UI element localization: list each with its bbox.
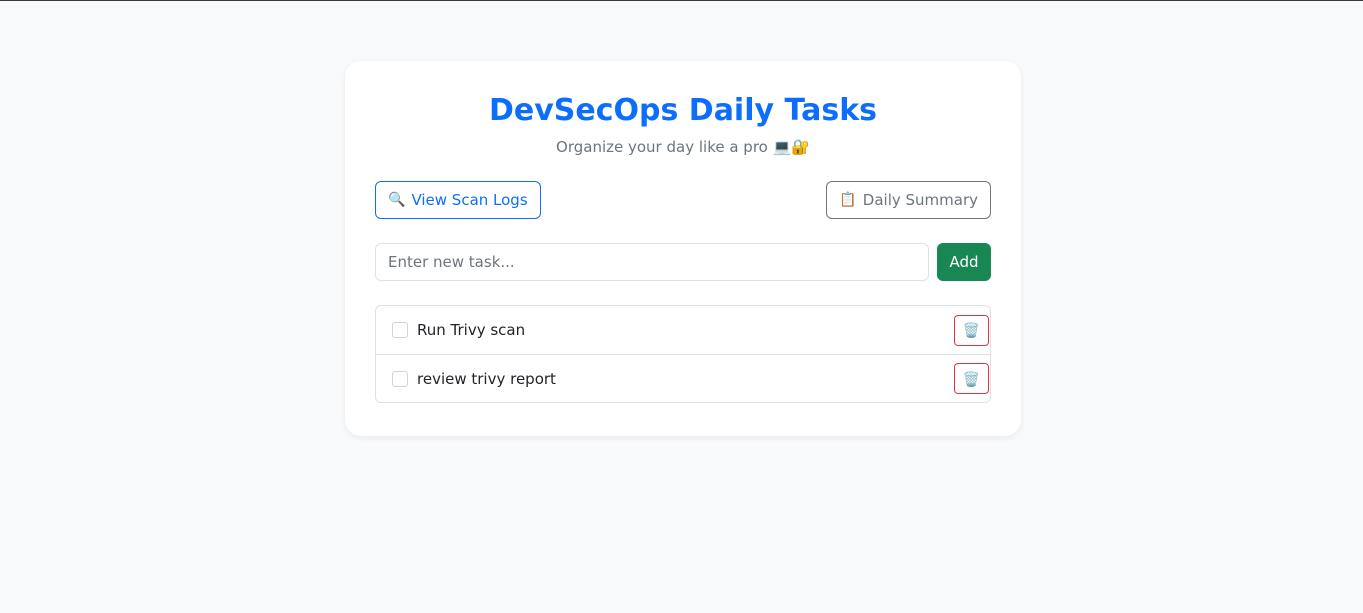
delete-task-button[interactable]: 🗑️ (954, 363, 989, 394)
view-scan-logs-button[interactable]: 🔍 View Scan Logs (375, 181, 541, 219)
page-title: DevSecOps Daily Tasks (488, 93, 878, 128)
clipboard-icon: 📋 (839, 192, 857, 208)
daily-summary-label: Daily Summary (862, 191, 978, 209)
task-item: review trivy report 🗑️ (376, 354, 990, 402)
view-scan-logs-label: View Scan Logs (411, 191, 528, 209)
trash-icon: 🗑️ (962, 370, 981, 387)
toolbar: 🔍 View Scan Logs 📋 Daily Summary (375, 181, 991, 219)
magnifier-icon: 🔍 (388, 192, 406, 208)
new-task-input[interactable] (375, 243, 929, 281)
top-border (0, 0, 1363, 1)
add-task-button[interactable]: Add (937, 243, 991, 281)
task-item: Run Trivy scan 🗑️ (376, 306, 990, 354)
delete-task-button[interactable]: 🗑️ (954, 314, 989, 346)
daily-summary-button[interactable]: 📋 Daily Summary (826, 181, 991, 219)
task-checkbox[interactable] (392, 370, 408, 387)
trash-icon: 🗑️ (962, 322, 981, 338)
new-task-form: Add (375, 243, 991, 281)
page-subtitle: Organize your day like a pro 💻🔐 (556, 138, 810, 156)
task-checkbox[interactable] (392, 322, 408, 338)
task-text: review trivy report (417, 369, 556, 388)
task-card: DevSecOps Daily Tasks Organize your day … (345, 61, 1021, 436)
task-list: Run Trivy scan 🗑️ review trivy report 🗑️ (375, 305, 991, 403)
task-text: Run Trivy scan (417, 321, 526, 339)
